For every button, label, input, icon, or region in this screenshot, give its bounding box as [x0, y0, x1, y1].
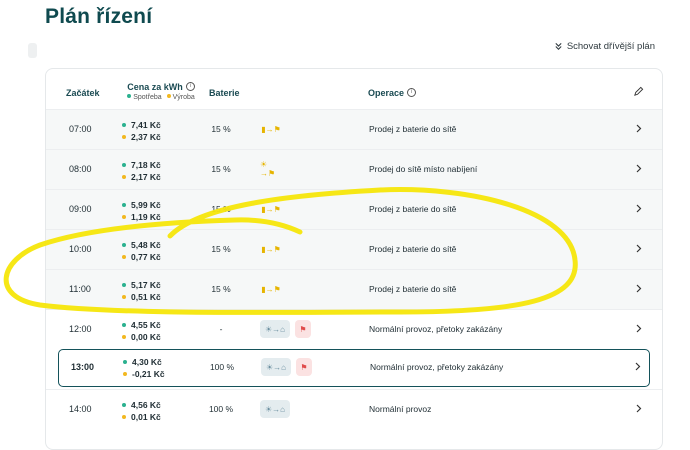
battery-to-grid-icon: ▮→⚑ [261, 284, 281, 294]
row-price-consumption: 5,99 Kč [131, 200, 161, 210]
row-price-production: 1,19 Kč [131, 212, 161, 222]
table-header: Začátek Cena za kWh i Spotřeba Výroba Bat… [46, 69, 662, 109]
row-battery: 15 % [211, 204, 231, 214]
row-operation: Prodej do sítě místo nabíjení [369, 164, 478, 174]
row-price-consumption: 4,56 Kč [131, 400, 161, 410]
solar-to-home-icon: ☀→⌂ [260, 400, 290, 418]
chevron-right-icon [636, 404, 642, 413]
grid-blocked-icon: ⚑ [296, 358, 312, 376]
row-time: 08:00 [69, 164, 92, 174]
row-price-production: 0,51 Kč [131, 292, 161, 302]
row-price-production: 2,37 Kč [131, 132, 161, 142]
row-time: 09:00 [69, 204, 92, 214]
row-price-production: -0,21 Kč [132, 369, 165, 379]
row-price-consumption: 5,17 Kč [131, 280, 161, 290]
pencil-icon[interactable] [633, 86, 644, 97]
sidebar-handle[interactable] [28, 43, 37, 58]
solar-to-grid-icon: ☀→⚑ [260, 160, 276, 178]
table-row[interactable]: 11:00 5,17 Kč 0,51 Kč 15 % ▮→⚑ Prodej z … [46, 269, 662, 309]
row-time: 11:00 [69, 284, 91, 294]
row-price-production: 2,17 Kč [131, 172, 161, 182]
chevron-right-icon [636, 244, 642, 253]
row-time: 07:00 [69, 124, 92, 134]
table-row[interactable]: 09:00 5,99 Kč 1,19 Kč 15 % ▮→⚑ Prodej z … [46, 189, 662, 229]
production-dot [166, 94, 171, 98]
row-price-production: 0,77 Kč [131, 252, 161, 262]
col-operation-header: Operace i [368, 88, 417, 98]
hide-earlier-plan-label: Schovat dřívější plán [566, 41, 655, 52]
battery-to-grid-icon: ▮→⚑ [261, 204, 281, 214]
row-battery: 100 % [208, 404, 234, 414]
info-icon[interactable]: i [185, 82, 195, 91]
row-battery: 15 % [211, 284, 231, 294]
legend-production: Výroba [172, 94, 195, 101]
row-price-consumption: 7,41 Kč [131, 120, 161, 130]
row-price-production: 0,00 Kč [131, 332, 161, 342]
table-row-current[interactable]: 13:00 4,30 Kč -0,21 Kč 100 % ☀→⌂ ⚑ Normá… [58, 349, 650, 387]
row-price-production: 0,01 Kč [131, 412, 161, 422]
row-prices: 7,41 Kč 2,37 Kč [122, 119, 161, 143]
legend-consumption: Spotřeba [133, 94, 162, 101]
row-prices: 4,56 Kč 0,01 Kč [122, 399, 161, 423]
row-operation: Prodej z baterie do sítě [369, 204, 457, 214]
row-prices: 7,18 Kč 2,17 Kč [122, 159, 161, 183]
row-operation: Normální provoz, přetoky zakázány [369, 324, 503, 334]
grid-blocked-icon: ⚑ [295, 320, 311, 338]
row-time: 14:00 [69, 404, 92, 414]
row-battery: - [219, 324, 223, 334]
row-operation: Prodej z baterie do sítě [369, 244, 457, 254]
table-row[interactable]: 12:00 4,55 Kč 0,00 Kč - ☀→⌂ ⚑ Normální p… [46, 309, 662, 349]
chevron-right-icon [636, 164, 642, 173]
row-time: 10:00 [69, 244, 92, 254]
battery-to-grid-icon: ▮→⚑ [261, 124, 281, 134]
price-legend: Spotřeba Výroba [126, 94, 196, 101]
info-icon[interactable]: i [407, 88, 417, 97]
row-prices: 4,55 Kč 0,00 Kč [122, 319, 161, 343]
row-price-consumption: 4,30 Kč [132, 357, 162, 367]
row-battery: 15 % [211, 164, 231, 174]
col-battery-header: Baterie [209, 88, 240, 98]
row-battery: 100 % [209, 362, 235, 372]
table-row[interactable]: 14:00 4,56 Kč 0,01 Kč 100 % ☀→⌂ Normální… [46, 389, 662, 429]
page-title: Plán řízení [45, 5, 153, 28]
row-operation: Normální provoz, přetoky zakázány [370, 362, 504, 372]
table-row[interactable]: 07:00 7,41 Kč 2,37 Kč 15 % ▮→⚑ Prodej z … [46, 109, 662, 149]
row-time: 12:00 [69, 324, 92, 334]
row-prices: 5,99 Kč 1,19 Kč [122, 199, 161, 223]
solar-to-home-icon: ☀→⌂ [261, 358, 291, 376]
table-row[interactable]: 10:00 5,48 Kč 0,77 Kč 15 % ▮→⚑ Prodej z … [46, 229, 662, 269]
hide-earlier-plan-button[interactable]: Schovat dřívější plán [554, 41, 655, 52]
col-price-header: Cena za kWh i Spotřeba Výroba [126, 82, 196, 101]
col-price-label: Cena za kWh [127, 82, 183, 92]
row-prices: 5,17 Kč 0,51 Kč [122, 279, 161, 303]
row-operation: Normální provoz [369, 404, 432, 414]
chevron-right-icon [636, 324, 642, 333]
row-battery: 15 % [211, 124, 231, 134]
row-prices: 4,30 Kč -0,21 Kč [123, 356, 165, 380]
plan-table: Začátek Cena za kWh i Spotřeba Výroba Bat… [45, 68, 663, 450]
chevron-right-icon [635, 362, 641, 371]
row-price-consumption: 5,48 Kč [131, 240, 161, 250]
row-price-consumption: 4,55 Kč [131, 320, 161, 330]
row-price-consumption: 7,18 Kč [131, 160, 161, 170]
row-battery: 15 % [211, 244, 231, 254]
row-time: 13:00 [71, 362, 95, 372]
chevron-right-icon [636, 124, 642, 133]
row-prices: 5,48 Kč 0,77 Kč [122, 239, 161, 263]
row-operation: Prodej z baterie do sítě [369, 124, 457, 134]
col-operation-label: Operace [368, 88, 405, 98]
battery-to-grid-icon: ▮→⚑ [261, 244, 281, 254]
row-operation: Prodej z baterie do sítě [369, 284, 457, 294]
col-start-header: Začátek [66, 88, 100, 98]
consumption-dot [127, 94, 132, 98]
solar-to-home-icon: ☀→⌂ [260, 320, 290, 338]
chevron-double-down-icon [555, 42, 562, 50]
table-row[interactable]: 08:00 7,18 Kč 2,17 Kč 15 % ☀→⚑ Prodej do… [46, 149, 662, 189]
chevron-right-icon [636, 204, 642, 213]
chevron-right-icon [636, 284, 642, 293]
